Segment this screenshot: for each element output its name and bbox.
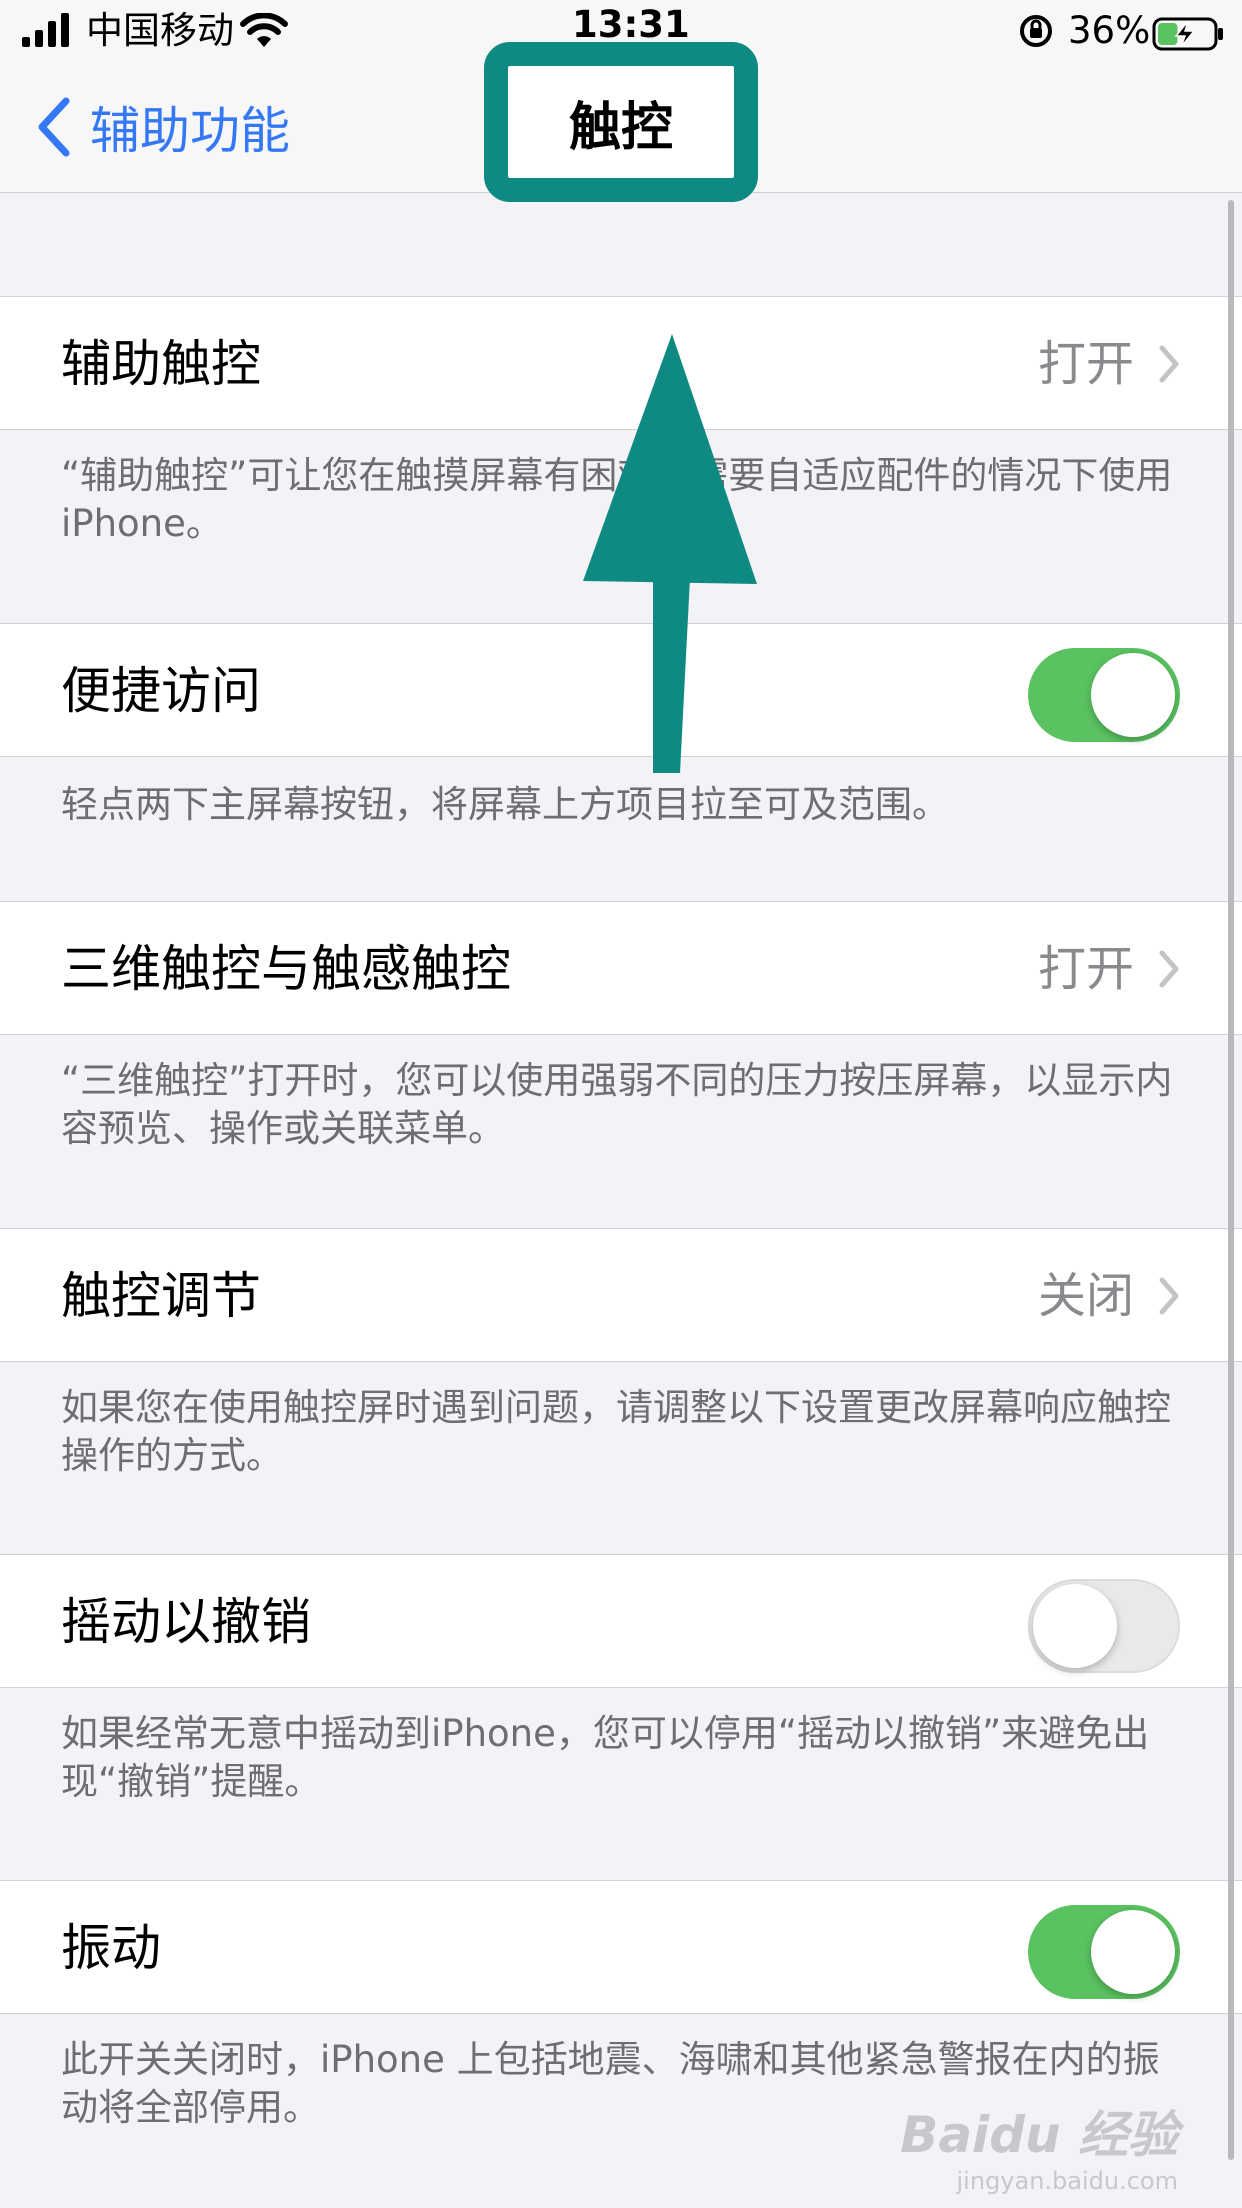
footnote: “三维触控”打开时，您可以使用强弱不同的压力按压屏幕，以显示内容预览、操作或关联… [61,1059,1173,1150]
battery-charging-icon [1152,14,1226,64]
row-value: 关闭 [1037,1268,1134,1324]
toggle-knob [1091,653,1175,737]
row-label: 振动 [61,1919,161,1977]
footnote: 如果您在使用触控屏时遇到问题，请调整以下设置更改屏幕响应触控操作的方式。 [61,1386,1171,1477]
scrollbar[interactable] [1228,200,1234,2160]
back-label: 辅助功能 [90,102,290,160]
row-vibration: 振动 [0,1880,1242,2014]
row-label: 辅助触控 [61,335,261,393]
row-label: 摇动以撤销 [61,1593,311,1651]
row-label: 便捷访问 [61,662,261,720]
page-title: 触控 [484,42,758,202]
chevron-right-icon [1159,950,1179,988]
battery-percent: 36% [1068,9,1151,52]
footnote: 如果经常无意中摇动到iPhone，您可以停用“摇动以撤销”来避免出现“撤销”提醒… [61,1712,1150,1803]
row-label: 三维触控与触感触控 [61,940,511,998]
watermark: Baidu 经验 jingyan.baidu.com [900,2095,1178,2195]
carrier-label: 中国移动 [86,9,234,52]
row-touch-accommodations[interactable]: 触控调节 关闭 [0,1228,1242,1362]
chevron-right-icon [1159,345,1179,383]
back-button[interactable]: 辅助功能 [36,92,290,162]
wifi-icon [240,12,288,62]
watermark-logo: Baidu 经验 [900,2106,1178,2164]
chevron-right-icon [1159,1277,1179,1315]
row-reachability: 便捷访问 [0,623,1242,757]
watermark-url: jingyan.baidu.com [956,2167,1178,2195]
toggle-knob [1091,1910,1175,1994]
row-3d-touch[interactable]: 三维触控与触感触控 打开 [0,901,1242,1035]
row-value: 打开 [1037,336,1134,392]
reachability-toggle[interactable] [1028,648,1180,742]
footnote: “辅助触控”可让您在触摸屏幕有困难或需要自适应配件的情况下使用 iPhone。 [61,454,1173,545]
vibration-toggle[interactable] [1028,1905,1180,1999]
row-value: 打开 [1037,941,1134,997]
page-title-text: 触控 [568,97,673,158]
footnote: 轻点两下主屏幕按钮，将屏幕上方项目拉至可及范围。 [61,783,949,826]
row-shake-to-undo: 摇动以撤销 [0,1554,1242,1688]
signal-icon [22,10,74,60]
shake-to-undo-toggle[interactable] [1028,1579,1180,1673]
row-label: 触控调节 [61,1267,261,1325]
chevron-left-icon [38,97,70,157]
toggle-knob [1033,1584,1117,1668]
row-assistive-touch[interactable]: 辅助触控 打开 [0,296,1242,430]
orientation-lock-icon [1016,12,1056,62]
